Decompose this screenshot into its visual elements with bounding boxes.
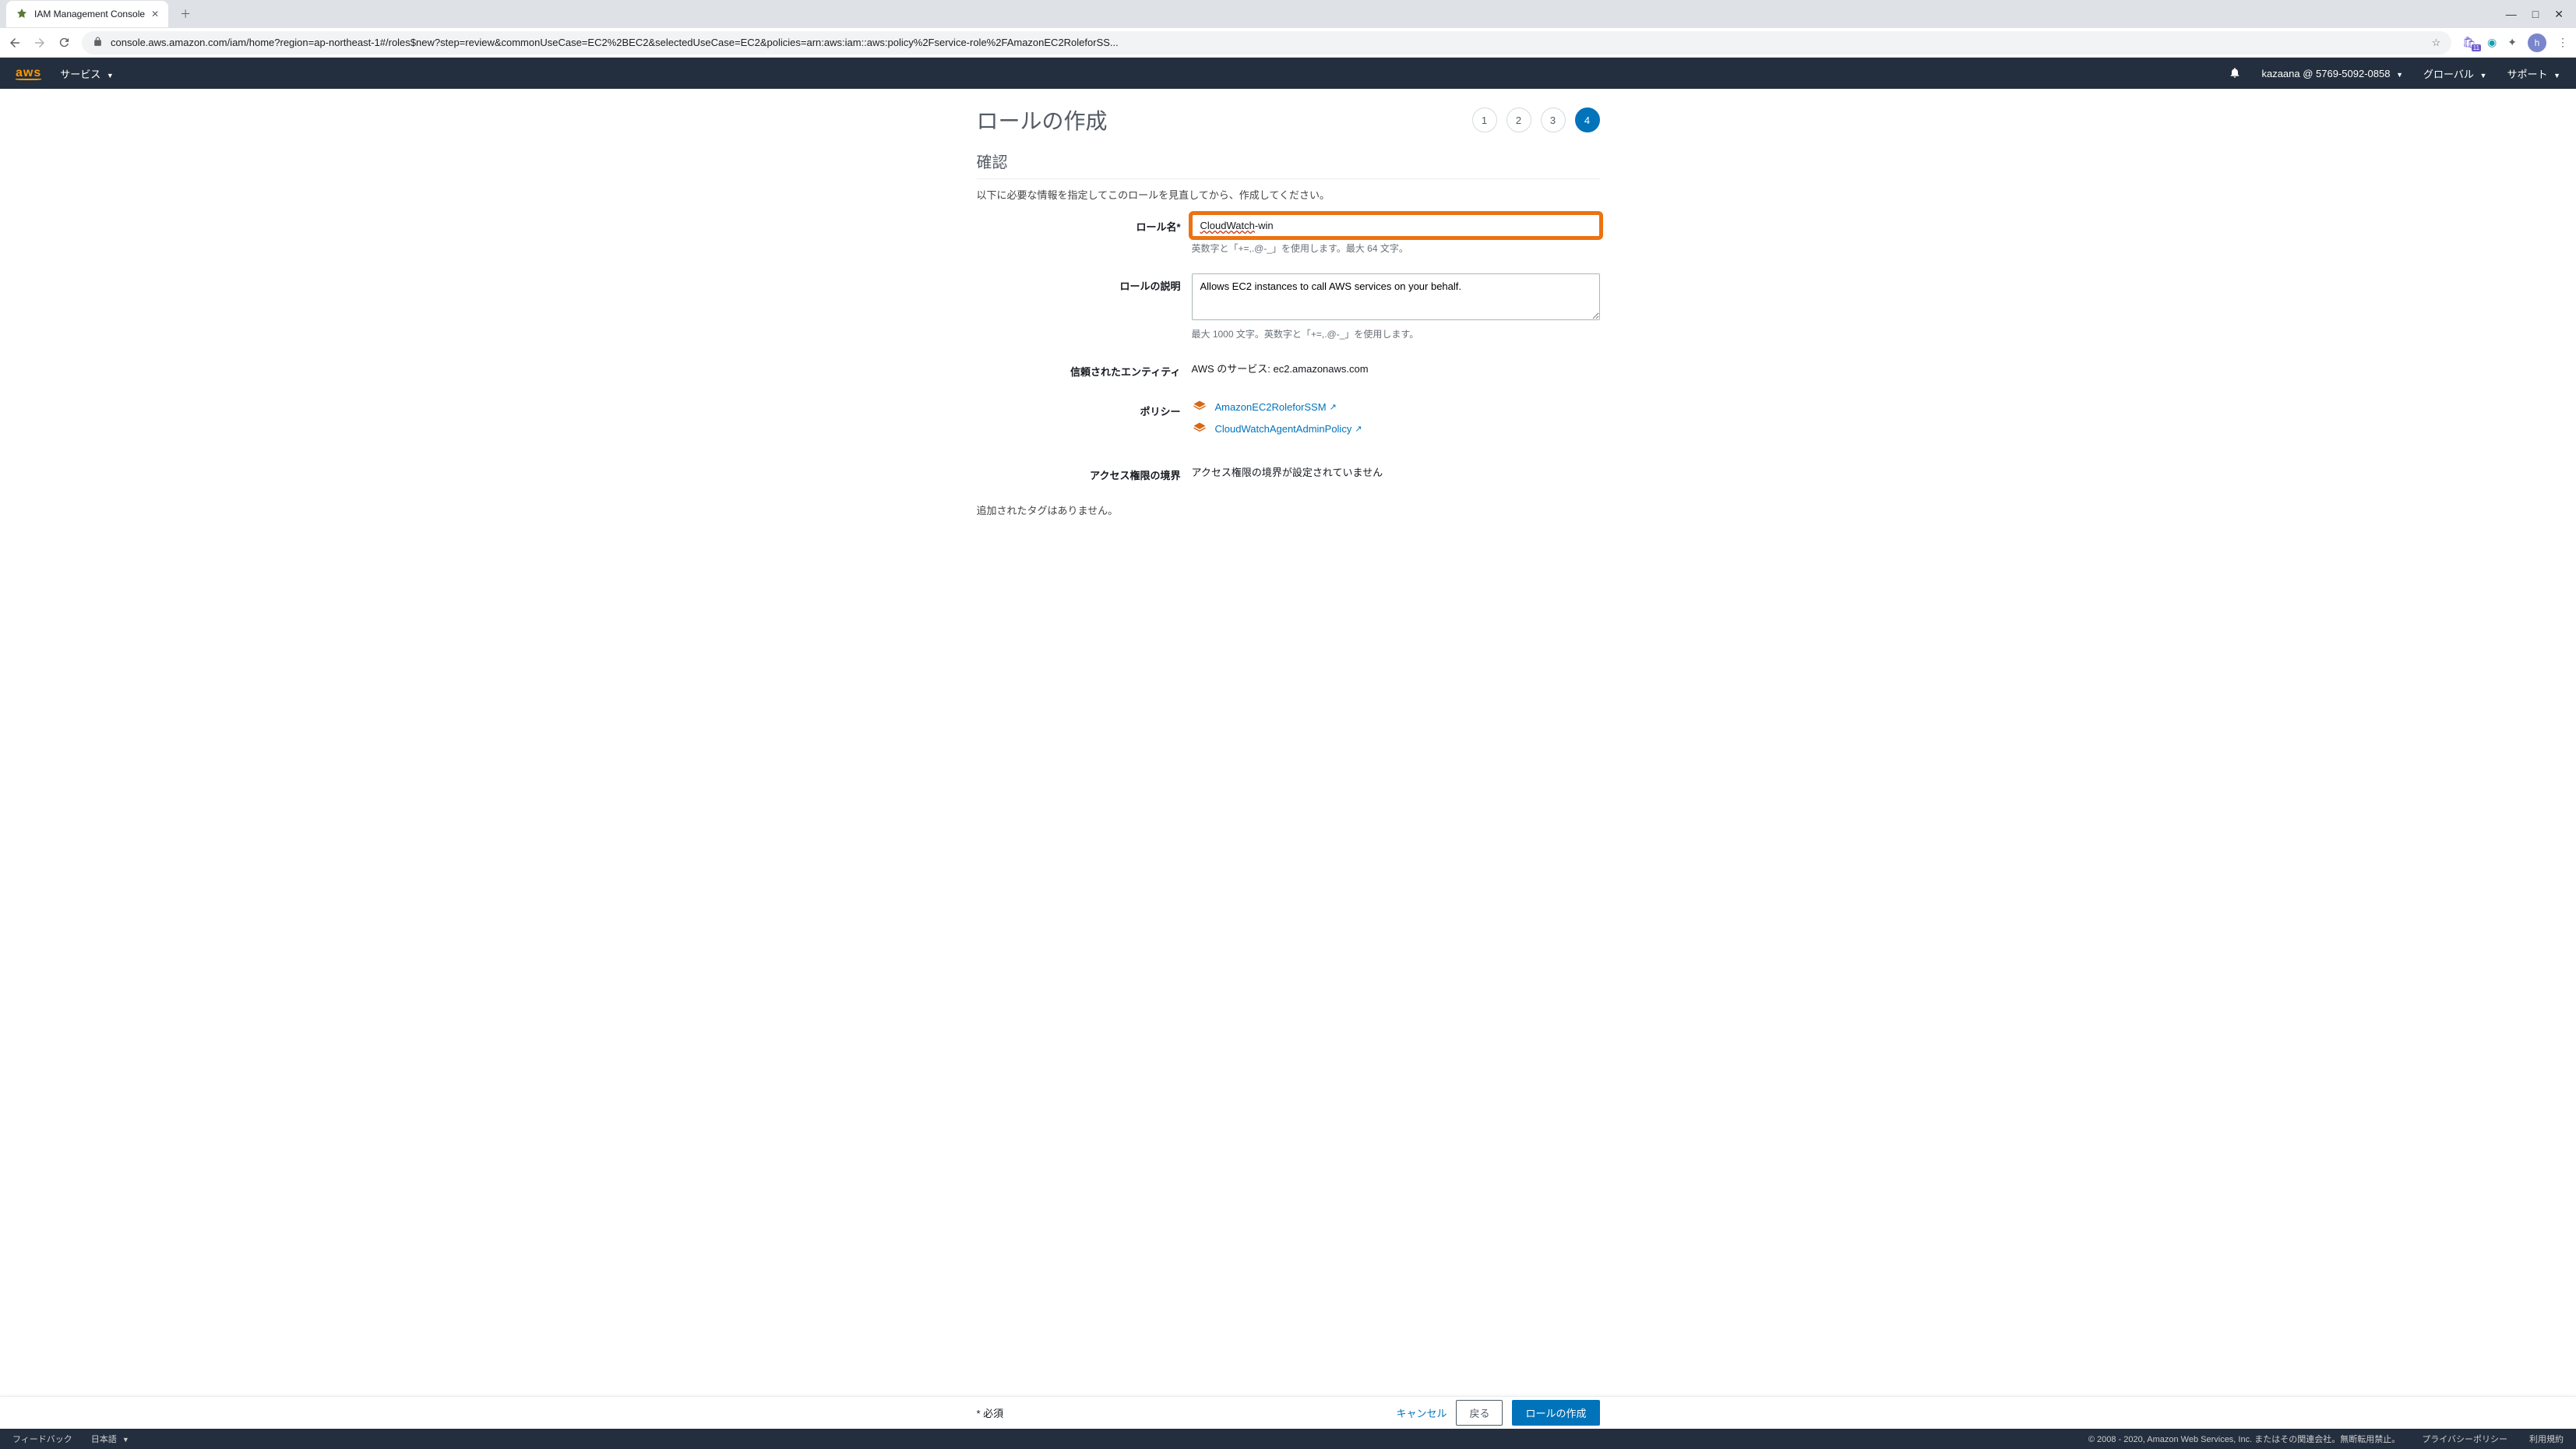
close-window-icon[interactable]: ✕ <box>2554 8 2564 21</box>
page-header: ロールの作成 1 2 3 4 <box>977 104 1600 136</box>
tab-strip: IAM Management Console ✕ ＋ ― □ ✕ <box>0 0 2576 28</box>
extension-shopping-icon[interactable]: 🛍11 <box>2462 36 2476 49</box>
extension-target-icon[interactable]: ◉ <box>2487 36 2497 49</box>
terms-link[interactable]: 利用規約 <box>2529 1433 2564 1445</box>
window-controls: ― □ ✕ <box>2506 8 2576 21</box>
page-title: ロールの作成 <box>977 104 1108 136</box>
trusted-label: 信頼されたエンティティ <box>977 359 1192 379</box>
minimize-icon[interactable]: ― <box>2506 8 2517 21</box>
language-menu[interactable]: 日本語 ▼ <box>91 1433 129 1445</box>
support-menu[interactable]: サポート ▼ <box>2507 66 2560 81</box>
role-desc-textarea[interactable] <box>1192 273 1600 320</box>
wizard-steps: 1 2 3 4 <box>1472 108 1600 132</box>
extensions-puzzle-icon[interactable]: ✦ <box>2507 36 2517 49</box>
bottom-action-bar: * 必須 キャンセル 戻る ロールの作成 <box>0 1396 2576 1429</box>
policy-item: CloudWatchAgentAdminPolicy ↗ <box>1192 421 1600 436</box>
role-name-help: 英数字と「+=,.@-_」を使用します。最大 64 文字。 <box>1192 242 1600 255</box>
role-desc-label: ロールの説明 <box>977 273 1192 353</box>
tab-close-icon[interactable]: ✕ <box>151 9 159 19</box>
profile-avatar[interactable]: h <box>2528 33 2546 52</box>
maximize-icon[interactable]: □ <box>2532 8 2539 21</box>
url-text: console.aws.amazon.com/iam/home?region=a… <box>111 37 1119 48</box>
field-trusted-entities: 信頼されたエンティティ AWS のサービス: ec2.amazonaws.com <box>977 359 1600 379</box>
services-menu[interactable]: サービス ▼ <box>60 66 114 81</box>
region-menu[interactable]: グローバル ▼ <box>2423 66 2486 81</box>
forward-icon[interactable] <box>33 36 47 50</box>
copyright-text: © 2008 - 2020, Amazon Web Services, Inc.… <box>2088 1433 2400 1445</box>
wizard-step-1[interactable]: 1 <box>1472 108 1497 132</box>
field-role-description: ロールの説明 最大 1000 文字。英数字と「+=,.@-_」を使用します。 <box>977 273 1600 353</box>
policy-link[interactable]: AmazonEC2RoleforSSM ↗ <box>1215 401 1337 413</box>
role-name-label: ロール名* <box>977 214 1192 267</box>
required-note: * 必須 <box>977 1405 1004 1420</box>
trusted-value: AWS のサービス: ec2.amazonaws.com <box>1192 359 1600 379</box>
privacy-link[interactable]: プライバシーポリシー <box>2422 1433 2507 1445</box>
instruction-text: 以下に必要な情報を指定してこのロールを見直してから、作成してください。 <box>977 187 1600 202</box>
field-policies: ポリシー AmazonEC2RoleforSSM ↗ CloudWatchAge… <box>977 399 1600 442</box>
field-permissions-boundary: アクセス権限の境界 アクセス権限の境界が設定されていません <box>977 463 1600 482</box>
create-role-button[interactable]: ロールの作成 <box>1512 1400 1599 1426</box>
wizard-step-4[interactable]: 4 <box>1575 108 1600 132</box>
notifications-bell-icon[interactable] <box>2229 66 2241 81</box>
browser-tab[interactable]: IAM Management Console ✕ <box>6 1 168 27</box>
back-icon[interactable] <box>8 36 22 50</box>
reload-icon[interactable] <box>58 36 71 49</box>
wizard-step-3[interactable]: 3 <box>1541 108 1566 132</box>
back-button[interactable]: 戻る <box>1456 1400 1503 1426</box>
policy-item: AmazonEC2RoleforSSM ↗ <box>1192 399 1600 414</box>
role-desc-help: 最大 1000 文字。英数字と「+=,.@-_」を使用します。 <box>1192 327 1600 340</box>
external-link-icon: ↗ <box>1355 424 1362 434</box>
favicon-icon <box>16 8 28 20</box>
policy-managed-icon <box>1192 421 1207 436</box>
feedback-link[interactable]: フィードバック <box>12 1433 72 1445</box>
external-link-icon: ↗ <box>1330 402 1337 412</box>
bookmark-star-icon[interactable]: ☆ <box>2432 37 2441 49</box>
main-content: ロールの作成 1 2 3 4 確認 以下に必要な情報を指定してこのロールを見直し… <box>969 104 1608 564</box>
new-tab-button[interactable]: ＋ <box>174 3 196 25</box>
policy-link[interactable]: CloudWatchAgentAdminPolicy ↗ <box>1215 423 1362 435</box>
account-menu[interactable]: kazaana @ 5769-5092-0858 ▼ <box>2261 68 2403 79</box>
wizard-step-2[interactable]: 2 <box>1506 108 1531 132</box>
browser-menu-icon[interactable]: ⋮ <box>2557 36 2568 49</box>
tab-title: IAM Management Console <box>34 9 145 19</box>
tags-note: 追加されたタグはありません。 <box>977 502 1600 517</box>
policy-managed-icon <box>1192 399 1207 414</box>
browser-toolbar: console.aws.amazon.com/iam/home?region=a… <box>0 28 2576 58</box>
browser-chrome: IAM Management Console ✕ ＋ ― □ ✕ console… <box>0 0 2576 58</box>
aws-header: aws サービス ▼ kazaana @ 5769-5092-0858 ▼ グロ… <box>0 58 2576 89</box>
field-role-name: ロール名* CloudWatch-win 英数字と「+=,.@-_」を使用します… <box>977 214 1600 267</box>
divider <box>977 178 1600 179</box>
extension-icons: 🛍11 ◉ ✦ h ⋮ <box>2462 33 2568 52</box>
boundary-value: アクセス権限の境界が設定されていません <box>1192 463 1600 482</box>
aws-logo[interactable]: aws <box>16 66 41 80</box>
lock-icon <box>93 37 103 49</box>
policies-label: ポリシー <box>977 399 1192 442</box>
aws-footer: フィードバック 日本語 ▼ © 2008 - 2020, Amazon Web … <box>0 1429 2576 1449</box>
role-name-input[interactable]: CloudWatch-win <box>1192 214 1600 237</box>
section-title: 確認 <box>977 150 1600 172</box>
cancel-button[interactable]: キャンセル <box>1396 1405 1447 1420</box>
boundary-label: アクセス権限の境界 <box>977 463 1192 482</box>
address-bar[interactable]: console.aws.amazon.com/iam/home?region=a… <box>82 31 2451 55</box>
